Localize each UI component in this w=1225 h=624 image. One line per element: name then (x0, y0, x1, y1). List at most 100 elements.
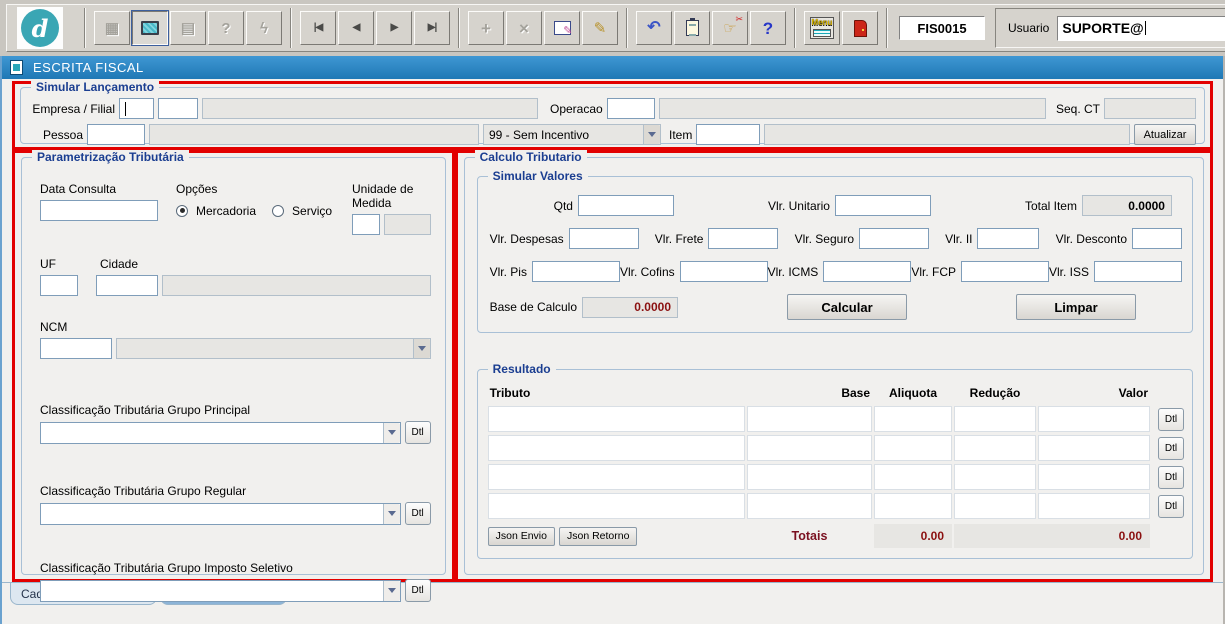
chevron-down-icon[interactable] (643, 125, 660, 144)
window-titlebar: ESCRITA FISCAL (2, 56, 1223, 79)
delete-button[interactable]: × (506, 11, 542, 45)
mercadoria-radio[interactable] (176, 205, 188, 217)
next-record-button[interactable]: ▶ (376, 11, 412, 45)
cidade-input[interactable] (96, 275, 158, 296)
chevron-down-icon[interactable] (383, 504, 400, 524)
operacao-input[interactable] (607, 98, 655, 119)
vlr-pis-input[interactable] (532, 261, 620, 282)
user-input[interactable]: SUPORTE@ (1057, 16, 1225, 41)
vlr-desconto-label: Vlr. Desconto (1056, 232, 1127, 246)
vlr-cofins-input[interactable] (680, 261, 768, 282)
confirm-button[interactable]: ☞ ✂ (712, 11, 748, 45)
vlr-frete-input[interactable] (708, 228, 778, 249)
incentivo-value: 99 - Sem Incentivo (484, 128, 643, 142)
uf-input[interactable] (40, 275, 78, 296)
empresa-filial-label: Empresa / Filial (31, 102, 115, 116)
result-cell (954, 493, 1036, 519)
empresa-desc-field (202, 98, 538, 119)
edit-pencil-icon: ✎ (594, 21, 607, 36)
vlr-seguro-input[interactable] (859, 228, 929, 249)
vlr-despesas-input[interactable] (569, 228, 639, 249)
grupo-regular-select[interactable] (40, 503, 401, 525)
result-cell (1038, 406, 1150, 432)
help-button[interactable]: ? (750, 11, 786, 45)
toolbar-separator (886, 8, 888, 48)
result-cell (874, 406, 952, 432)
json-retorno-button[interactable]: Json Retorno (559, 527, 637, 546)
print-button[interactable]: ▤ (170, 11, 206, 45)
clipboard-button[interactable] (674, 11, 710, 45)
process-lightning-icon: ϟ (260, 21, 268, 36)
pessoa-input[interactable] (87, 124, 145, 145)
resultado-panel: Resultado Tributo Base Aliquota Redução … (477, 369, 1193, 559)
unidade-medida-input[interactable] (352, 214, 380, 235)
app-logo: d (17, 7, 63, 49)
vlr-pis-label: Vlr. Pis (490, 265, 527, 279)
result-row-dtl-button[interactable]: Dtl (1158, 408, 1184, 431)
chevron-down-icon[interactable] (413, 339, 430, 358)
qtd-label: Qtd (554, 199, 573, 213)
scissors-icon: ✂ (735, 15, 743, 24)
vlr-iss-input[interactable] (1094, 261, 1182, 282)
edit-window-button[interactable]: ✎ (544, 11, 580, 45)
incentivo-select[interactable]: 99 - Sem Incentivo (483, 124, 661, 145)
vlr-ii-label: Vlr. II (945, 232, 972, 246)
chevron-down-icon[interactable] (383, 581, 400, 601)
menu-icon: Menu (810, 17, 834, 39)
process-button[interactable]: ϟ (246, 11, 282, 45)
col-header-aliquota: Aliquota (874, 386, 952, 403)
delete-icon: × (519, 20, 529, 37)
json-envio-button[interactable]: Json Envio (488, 527, 555, 546)
print-preview-button[interactable]: ? (208, 11, 244, 45)
col-header-reducao: Redução (954, 386, 1036, 403)
undo-button[interactable]: ↶ (636, 11, 672, 45)
grupo-regular-dtl-button[interactable]: Dtl (405, 502, 431, 525)
limpar-button[interactable]: Limpar (1016, 294, 1136, 320)
simular-valores-panel: Simular Valores Qtd Vlr. Unitario (477, 176, 1193, 333)
atualizar-button[interactable]: Atualizar (1134, 124, 1196, 145)
col-header-base: Base (747, 386, 872, 403)
vlr-unitario-input[interactable] (835, 195, 931, 216)
grupo-imposto-seletivo-select[interactable] (40, 580, 401, 602)
add-button[interactable]: + (468, 11, 504, 45)
first-record-button[interactable]: |◀ (300, 11, 336, 45)
grupo-principal-select[interactable] (40, 422, 401, 444)
operacao-label: Operacao (550, 102, 603, 116)
calcular-button[interactable]: Calcular (787, 294, 907, 320)
servico-radio[interactable] (272, 205, 284, 217)
vlr-desconto-input[interactable] (1132, 228, 1182, 249)
totais-base-field: 0.00 (874, 524, 952, 548)
edit-pencil-button[interactable]: ✎ (582, 11, 618, 45)
toolbar-separator (84, 8, 86, 48)
undo-icon: ↶ (647, 20, 660, 36)
ncm-select[interactable] (116, 338, 431, 359)
grupo-principal-dtl-button[interactable]: Dtl (405, 421, 431, 444)
chevron-down-icon[interactable] (383, 423, 400, 443)
save-button[interactable]: ▦ (94, 11, 130, 45)
vlr-icms-input[interactable] (823, 261, 911, 282)
panel-legend: Resultado (488, 362, 556, 376)
operacao-desc-field (659, 98, 1046, 119)
result-row-dtl-button[interactable]: Dtl (1158, 437, 1184, 460)
vlr-ii-input[interactable] (977, 228, 1039, 249)
empresa-input[interactable] (119, 98, 154, 119)
panel-legend: Calculo Tributario (475, 150, 587, 164)
result-row-dtl-button[interactable]: Dtl (1158, 466, 1184, 489)
uf-label: UF (40, 257, 96, 271)
last-record-button[interactable]: ▶| (414, 11, 450, 45)
exit-button[interactable] (842, 11, 878, 45)
qtd-input[interactable] (578, 195, 674, 216)
filial-input[interactable] (158, 98, 198, 119)
menu-button[interactable]: Menu (804, 11, 840, 45)
item-input[interactable] (696, 124, 760, 145)
vlr-fcp-input[interactable] (961, 261, 1049, 282)
screen-button[interactable] (132, 11, 168, 45)
grupo-imposto-seletivo-dtl-button[interactable]: Dtl (405, 579, 431, 602)
ncm-input[interactable] (40, 338, 112, 359)
prev-record-button[interactable]: ◀ (338, 11, 374, 45)
result-row-dtl-button[interactable]: Dtl (1158, 495, 1184, 518)
vlr-seguro-label: Vlr. Seguro (795, 232, 854, 246)
result-cell (488, 435, 745, 461)
toolbar-separator (290, 8, 292, 48)
data-consulta-input[interactable] (40, 200, 158, 221)
